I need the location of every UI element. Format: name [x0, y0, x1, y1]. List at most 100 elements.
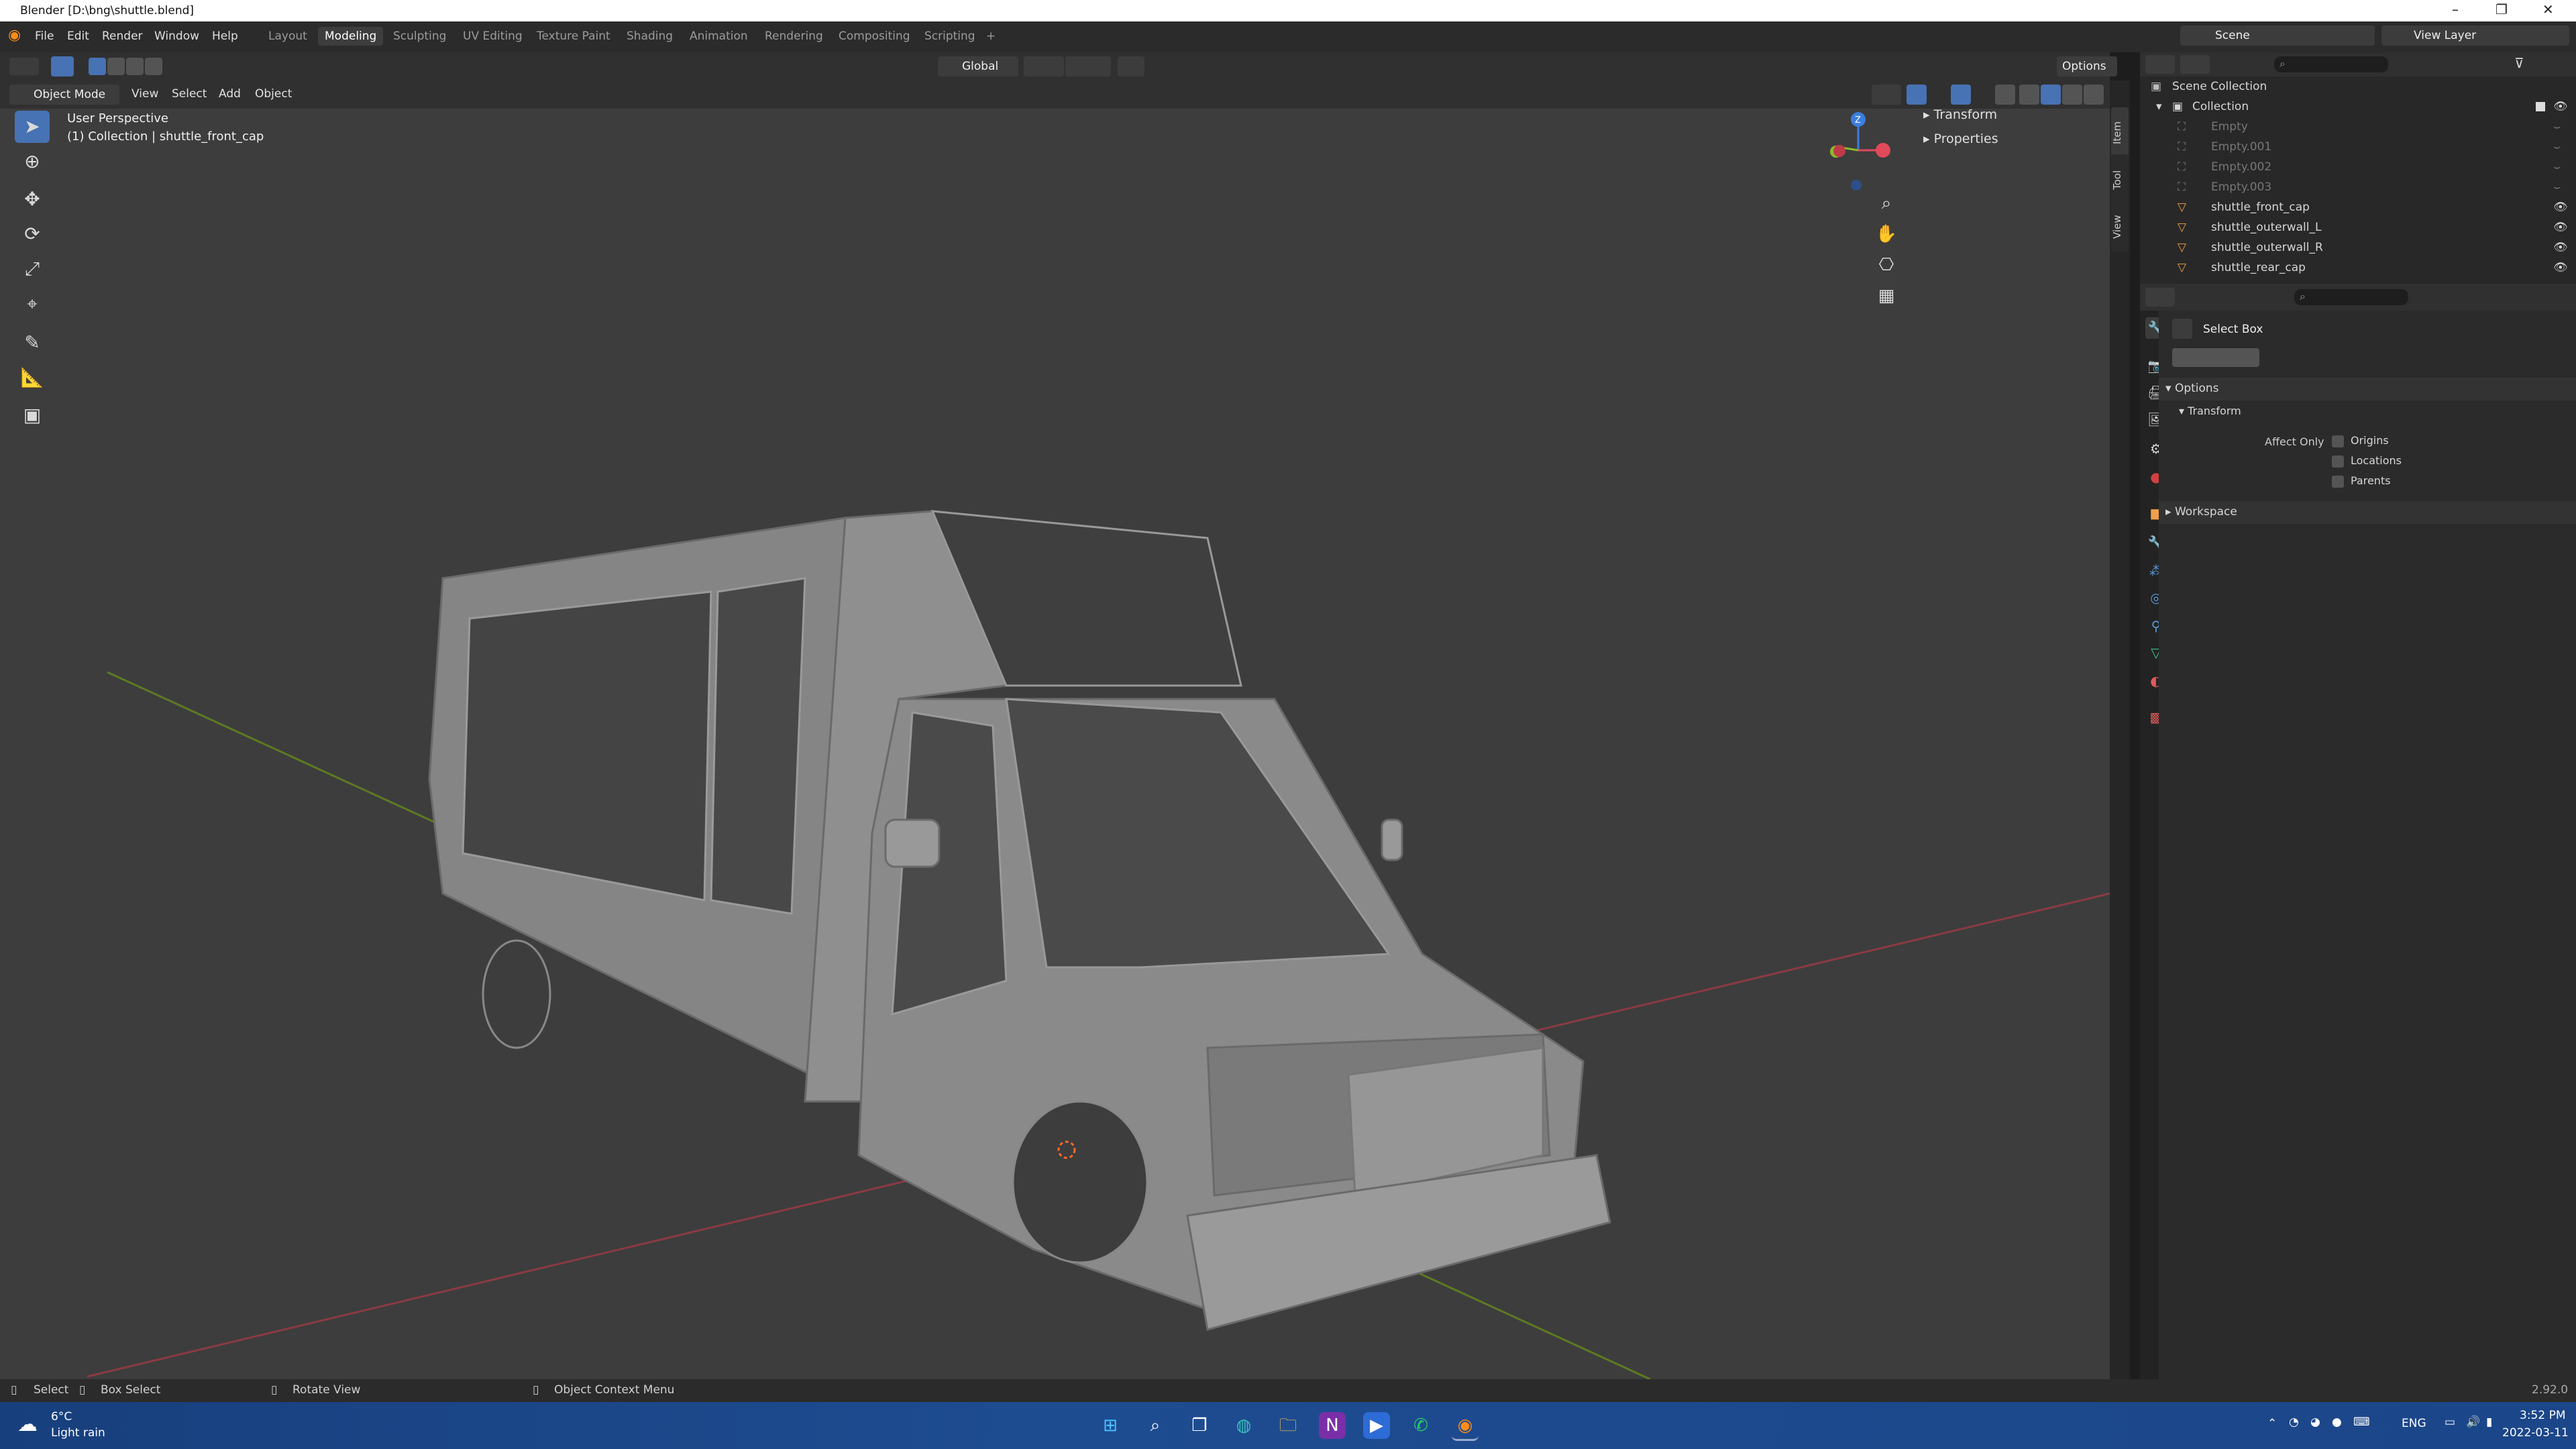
ortho-grid-icon[interactable]: ▦ [1872, 286, 1901, 317]
xray-toggle[interactable] [1995, 85, 2015, 105]
select-mode-extend-icon[interactable] [107, 58, 125, 75]
proportional-edit-toggle[interactable] [1118, 56, 1144, 76]
orientation-dropdown[interactable]: Global [938, 56, 1018, 76]
select-mode-intersect-icon[interactable] [145, 58, 162, 75]
origins-checkbox[interactable]: Origins [2332, 434, 2389, 447]
select-box-tool-icon[interactable]: ➤ [15, 111, 50, 143]
rotate-tool-icon[interactable]: ⟳ [15, 218, 50, 250]
outliner-object-row[interactable]: ▽ shuttle_outerwall_R 👁 [2140, 237, 2576, 258]
options-panel-header[interactable]: ▾ Options [2159, 378, 2576, 400]
tab-shading[interactable]: Shading [627, 30, 673, 43]
outliner-object-row[interactable]: ▽ shuttle_rear_cap 👁 [2140, 258, 2576, 278]
blender-taskbar-icon[interactable]: ◉ [1452, 1412, 1479, 1441]
pivot-point-dropdown[interactable] [1024, 56, 1064, 76]
menu-select[interactable]: Select [172, 87, 207, 101]
zoom-app-icon[interactable]: ▶ [1363, 1412, 1390, 1439]
blender-logo-icon[interactable]: ◉ [8, 27, 21, 44]
tab-rendering[interactable]: Rendering [765, 30, 823, 43]
workspace-panel-header[interactable]: ▸ Workspace [2159, 501, 2576, 524]
eye-icon[interactable]: 👁 [2553, 100, 2568, 113]
tab-layout[interactable]: Layout [268, 30, 307, 43]
eye-closed-icon[interactable]: ⌣ [2553, 160, 2561, 174]
whatsapp-icon[interactable]: ✆ [1407, 1412, 1434, 1439]
outliner-object-row[interactable]: ▽ shuttle_front_cap 👁 [2140, 197, 2576, 217]
move-tool-icon[interactable]: ✥ [15, 183, 50, 215]
scene-selector[interactable]: Scene [2180, 25, 2375, 46]
locations-checkbox[interactable]: Locations [2332, 454, 2402, 468]
cursor-tool-icon[interactable]: ⊕ [15, 146, 50, 178]
tab-view[interactable]: View [2111, 201, 2129, 252]
menu-window[interactable]: Window [154, 30, 199, 43]
pan-hand-icon[interactable]: ✋ [1872, 224, 1901, 255]
tab-sculpting[interactable]: Sculpting [393, 30, 446, 43]
outliner-object-row[interactable]: ⛶ Empty ⌣ [2140, 117, 2576, 137]
gizmo-toggle[interactable] [1907, 85, 1927, 105]
properties-editor-type[interactable] [2145, 288, 2175, 307]
edge-browser-icon[interactable]: ◍ [1230, 1412, 1257, 1439]
clock-time[interactable]: 3:52 PM [2520, 1409, 2566, 1422]
visibility-dropdown[interactable] [1872, 85, 1901, 105]
add-cube-tool-icon[interactable]: ▣ [15, 399, 50, 431]
outliner-object-row[interactable]: ▽ shuttle_outerwall_L 👁 [2140, 217, 2576, 237]
menu-file[interactable]: File [35, 30, 54, 43]
clock-date[interactable]: 2022-03-11 [2502, 1426, 2569, 1440]
snap-toggle[interactable] [1065, 56, 1111, 76]
eye-icon[interactable]: 👁 [2553, 221, 2568, 234]
parents-checkbox[interactable]: Parents [2332, 474, 2391, 488]
eye-closed-icon[interactable]: ⌣ [2553, 120, 2561, 133]
weather-icon[interactable]: ☁ [17, 1413, 38, 1436]
menu-help[interactable]: Help [212, 30, 238, 43]
volume-icon[interactable]: 🔊 [2466, 1415, 2480, 1429]
start-button-icon[interactable]: ⊞ [1097, 1412, 1124, 1439]
object-mode-dropdown[interactable]: Object Mode [9, 85, 119, 105]
material-shading-button[interactable] [2062, 85, 2082, 105]
menu-render[interactable]: Render [102, 30, 143, 43]
tab-tool[interactable]: Tool [2111, 154, 2129, 205]
options-dropdown[interactable]: Options [2057, 56, 2117, 76]
add-workspace-button[interactable]: + [986, 30, 996, 43]
measure-tool-icon[interactable]: 📐 [15, 362, 50, 394]
npanel-properties[interactable]: ▸ Properties [1923, 131, 1998, 146]
navigation-gizmo[interactable]: Z [1821, 109, 1895, 196]
camera-view-icon[interactable]: ⎔ [1872, 255, 1901, 286]
outliner-object-row[interactable]: ⛶ Empty.002 ⌣ [2140, 157, 2576, 177]
tab-item[interactable]: Item [2111, 107, 2129, 158]
viewport-scene[interactable] [0, 109, 2110, 1379]
collection-row[interactable]: ▾ ▣ Collection 👁 [2140, 97, 2576, 117]
task-view-icon[interactable]: ❐ [1186, 1412, 1213, 1439]
tab-compositing[interactable]: Compositing [839, 30, 910, 43]
scene-collection-row[interactable]: ▣ Scene Collection [2140, 76, 2576, 97]
outliner-object-row[interactable]: ⛶ Empty.003 ⌣ [2140, 177, 2576, 197]
tab-modeling[interactable]: Modeling [318, 27, 384, 46]
transform-tool-icon[interactable]: ⌖ [15, 288, 50, 320]
tab-animation[interactable]: Animation [690, 30, 748, 43]
exclude-checkbox[interactable] [2536, 102, 2545, 111]
search-icon[interactable]: ⌕ [1142, 1412, 1169, 1439]
eye-icon[interactable]: 👁 [2553, 261, 2568, 274]
menu-add[interactable]: Add [219, 87, 241, 101]
select-mode-buttons[interactable] [2172, 348, 2259, 367]
view-layer-selector[interactable]: View Layer [2381, 25, 2569, 46]
3d-viewport[interactable]: User Perspective (1) Collection | shuttl… [0, 109, 2110, 1379]
weather-temp[interactable]: 6°C [51, 1410, 72, 1424]
eye-closed-icon[interactable]: ⌣ [2553, 180, 2561, 194]
wireframe-shading-button[interactable] [2019, 85, 2039, 105]
select-mode-new-icon[interactable] [89, 58, 106, 75]
select-tool-button[interactable] [51, 56, 74, 76]
scale-tool-icon[interactable]: ⤢ [15, 253, 50, 285]
annotate-tool-icon[interactable]: ✎ [15, 327, 50, 359]
tray-overflow-icon[interactable]: ⌃ [2267, 1417, 2277, 1430]
select-mode-subtract-icon[interactable] [126, 58, 144, 75]
outliner-display-mode[interactable] [2180, 55, 2210, 74]
eye-icon[interactable]: 👁 [2553, 201, 2568, 214]
tray-app-icon[interactable]: ◔ [2289, 1415, 2299, 1429]
zoom-icon[interactable]: ⌕ [1872, 193, 1901, 224]
menu-edit[interactable]: Edit [67, 30, 89, 43]
editor-type-button[interactable] [9, 58, 39, 75]
file-explorer-icon[interactable]: 🗀 [1275, 1412, 1301, 1439]
outliner-search-input[interactable]: ⌕ [2274, 56, 2388, 72]
onenote-icon[interactable]: N [1319, 1412, 1346, 1439]
tab-texture-paint[interactable]: Texture Paint [537, 30, 610, 43]
filter-icon[interactable]: ⊽ [2514, 55, 2524, 71]
transform-subpanel-header[interactable]: ▾ Transform [2179, 405, 2241, 417]
